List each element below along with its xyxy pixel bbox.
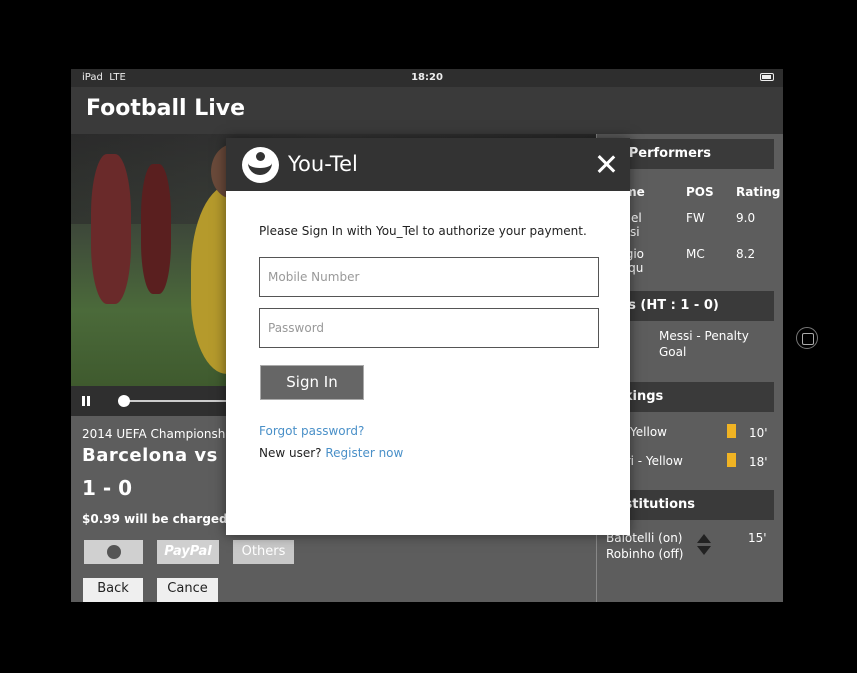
dialog-brand: You-Tel (288, 152, 358, 176)
dialog-header: You-Tel (226, 138, 630, 191)
forgot-password-link[interactable]: Forgot password? (259, 424, 364, 438)
match-teams: Barcelona vs M (82, 445, 244, 466)
pause-icon[interactable] (82, 396, 90, 406)
back-button[interactable]: Back (83, 578, 143, 602)
col-rating-header: Rating (736, 185, 781, 199)
cancel-button[interactable]: Cance (157, 578, 218, 602)
mobile-number-input[interactable] (259, 257, 599, 297)
charge-text: $0.99 will be charged on (82, 512, 249, 526)
goal-description: Messi - Penalty Goal (659, 329, 749, 359)
booking-minute: 18' (749, 455, 768, 469)
home-button[interactable] (796, 327, 818, 349)
col-pos-header: POS (686, 185, 714, 199)
app-title: Football Live (86, 96, 246, 121)
event-name: 2014 UEFA Championship (82, 427, 237, 441)
performer-rating: 8.2 (736, 247, 756, 261)
new-user-line: New user? Register now (259, 446, 403, 460)
yellow-card-icon (727, 453, 736, 467)
close-icon[interactable] (595, 153, 617, 175)
sub-player-off: Robinho (off) (606, 547, 684, 561)
match-info: 2014 UEFA Championship Barcelona vs M 1 … (82, 427, 249, 526)
performer-pos: FW (686, 211, 705, 225)
performer-rating: 9.0 (736, 211, 756, 225)
battery-icon (760, 73, 774, 81)
booking-minute: 10' (749, 426, 768, 440)
performer-pos: MC (686, 247, 705, 261)
progress-knob[interactable] (118, 395, 130, 407)
yellow-card-icon (727, 424, 736, 438)
pay-paypal-button[interactable]: PayPal (157, 540, 219, 564)
status-time: 18:20 (411, 72, 443, 83)
signin-button[interactable]: Sign In (260, 365, 364, 400)
signin-dialog: You-Tel Please Sign In with You_Tel to a… (226, 138, 630, 535)
password-input[interactable] (259, 308, 599, 348)
new-user-label: New user? (259, 446, 322, 460)
ipad-frame: iPad LTE 18:20 Football Live 2014 UEFA C… (0, 0, 857, 673)
youtel-logo-icon (106, 545, 121, 559)
video-figure (141, 164, 171, 294)
signin-prompt: Please Sign In with You_Tel to authorize… (259, 224, 587, 238)
match-score: 1 - 0 (82, 476, 133, 500)
status-bar: iPad LTE 18:20 (71, 69, 783, 87)
app-header: Football Live (71, 87, 783, 134)
video-figure (91, 154, 131, 304)
pay-others-button[interactable]: Others (233, 540, 294, 564)
youtel-logo-icon (242, 147, 279, 183)
pay-youtel-button[interactable] (84, 540, 143, 564)
swap-icon (697, 534, 711, 556)
sub-minute: 15' (748, 531, 767, 545)
register-link[interactable]: Register now (325, 446, 403, 460)
